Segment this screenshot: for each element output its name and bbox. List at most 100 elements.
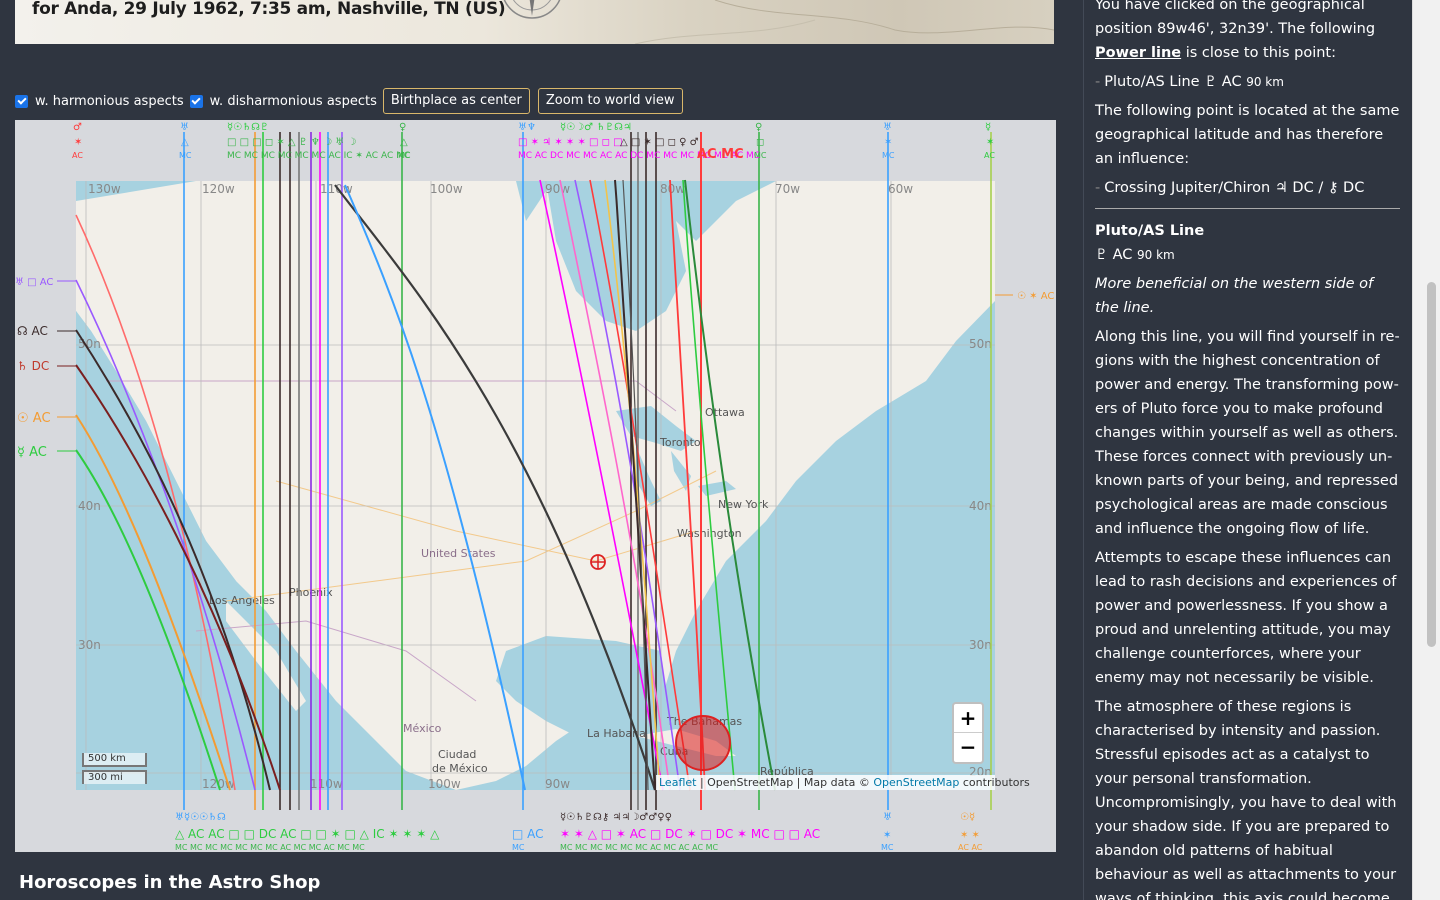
svg-text:MC MC MC MC MC MC AC MC: MC MC MC MC MC MC AC MC AC AC MC — [560, 843, 719, 852]
bottom-planet-symbols: ♅☿☉☉♄☊ △ AC AC □ □ DC AC □ □ ✶ □ △ IC ✶ … — [175, 812, 983, 852]
same-latitude-text: The following point is located at the sa… — [1095, 103, 1400, 167]
svg-text:MC: MC — [398, 151, 411, 160]
svg-text:AC: AC — [72, 151, 83, 160]
svg-text:MC: MC — [882, 151, 895, 160]
svg-text:AC: AC — [984, 151, 995, 160]
chart-banner: for Anda, 29 July 1962, 7:35 am, Nashvil… — [15, 0, 1054, 44]
disharmonious-label: w. disharmonious aspects — [209, 93, 377, 109]
svg-text:30n: 30n — [969, 638, 992, 652]
astro-map[interactable]: 130w 120w 110w 100w 90w 80w 70w 60w 50n … — [15, 120, 1056, 852]
svg-text:☿: ☿ — [985, 122, 991, 133]
crossing-item[interactable]: - Crossing Jupiter/Chiron ♃ DC / ⚷ DC — [1095, 176, 1400, 200]
scrollbar-thumb[interactable] — [1427, 282, 1436, 647]
paragraph-1: Along this line, you will find yourself … — [1095, 329, 1400, 537]
svg-text:♅: ♅ — [180, 122, 189, 133]
harmonious-label: w. harmonious aspects — [35, 93, 184, 109]
svg-text:✶: ✶ — [74, 137, 82, 148]
svg-text:☿☉☽♂ ♄♇☊♃: ☿☉☽♂ ♄♇☊♃ — [560, 122, 632, 133]
svg-text:♀: ♀ — [399, 122, 406, 133]
svg-text:△: △ — [181, 137, 189, 148]
svg-text:MC MC MC MC MC MC AC IC ✶ AC A: MC MC MC MC MC MC AC IC ✶ AC AC MC — [227, 151, 410, 161]
osm-link[interactable]: OpenStreetMap — [873, 776, 959, 789]
svg-text:de México: de México — [432, 762, 488, 775]
svg-text:MC MC MC MC MC MC: MC MC MC MC MC MC MC AC MC MC AC MC MC — [175, 843, 365, 852]
svg-text:△ □ ✶ □ ◻ ♀ ♂: △ □ ✶ □ ◻ ♀ ♂ — [620, 137, 699, 148]
leaflet-link[interactable]: Leaflet — [659, 776, 696, 789]
svg-text:100w: 100w — [430, 182, 463, 196]
paragraph-3: The atmosphere of these regions is chara… — [1095, 699, 1397, 900]
svg-text:100w: 100w — [428, 777, 461, 791]
svg-text:♂: ♂ — [73, 122, 82, 133]
svg-text:✶ ✶ △ □ ✶ AC □ DC ✶ □ DC ✶ MC: ✶ ✶ △ □ ✶ AC □ DC ✶ □ DC ✶ MC □ □ AC — [560, 827, 820, 841]
svg-text:MC: MC — [179, 151, 192, 160]
birthplace-center-button[interactable]: Birthplace as center — [382, 88, 530, 114]
section-note: More beneficial on the western side of t… — [1095, 276, 1374, 316]
svg-text:30n: 30n — [78, 638, 101, 652]
astro-shop-heading: Horoscopes in the Astro Shop — [19, 872, 321, 893]
svg-text:△: △ — [400, 137, 408, 148]
svg-text:♅: ♅ — [883, 122, 892, 133]
svg-text:♅: ♅ — [883, 812, 892, 823]
svg-text:♅☿☉☉♄☊: ♅☿☉☉♄☊ — [175, 812, 226, 823]
svg-text:✶: ✶ — [883, 830, 891, 841]
svg-text:☿☉♄☊♇: ☿☉♄☊♇ — [227, 122, 269, 133]
svg-text:MC: MC — [881, 843, 894, 852]
power-line-link[interactable]: Power line — [1095, 45, 1181, 61]
svg-text:40n: 40n — [969, 499, 992, 513]
svg-text:United States: United States — [421, 547, 496, 560]
click-position-marker — [675, 715, 731, 771]
harmonious-checkbox[interactable] — [15, 94, 28, 108]
svg-text:90w: 90w — [545, 182, 570, 196]
svg-text:Toronto: Toronto — [659, 436, 701, 449]
svg-text:80w: 80w — [660, 182, 685, 196]
svg-text:Ottawa: Ottawa — [705, 406, 745, 419]
svg-text:AC MC: AC MC — [697, 147, 744, 162]
svg-text:40n: 40n — [78, 499, 101, 513]
top-planet-symbols: ♂ ✶ AC ♅ △ MC ☿☉♄☊♇ □ □ □ ◻ ✶ △ ♇ ♆ ☽ ♅ ☽ MC… — [72, 122, 995, 162]
lon-label: 130w — [88, 182, 121, 196]
svg-text:110w: 110w — [310, 777, 343, 791]
click-intro: You have clicked on the geographical pos… — [1095, 0, 1376, 61]
svg-text:♅♆: ♅♆ — [518, 122, 536, 133]
svg-text:☿☉♄♇☊⚷ ♃♃☽♂♂♀♀: ☿☉♄♇☊⚷ ♃♃☽♂♂♀♀ — [560, 812, 672, 823]
zoom-in-button[interactable]: + — [954, 704, 982, 733]
svg-text:MC: MC — [754, 151, 767, 160]
svg-text:☿ AC: ☿ AC — [17, 445, 47, 460]
svg-text:✶: ✶ — [884, 137, 892, 148]
birthplace-marker-icon — [590, 554, 606, 570]
svg-text:70w: 70w — [775, 182, 800, 196]
section-symbol: ♇ AC 90 km — [1095, 247, 1175, 263]
world-view-button[interactable]: Zoom to world view — [537, 88, 683, 114]
svg-text:☉☿: ☉☿ — [960, 812, 975, 823]
svg-text:50n: 50n — [969, 337, 992, 351]
zoom-out-button[interactable]: − — [954, 733, 982, 762]
svg-text:90w: 90w — [545, 777, 570, 791]
svg-text:120w: 120w — [202, 182, 235, 196]
svg-text:60w: 60w — [888, 182, 913, 196]
map-attribution: Leaflet | OpenStreetMap | Map data © Ope… — [656, 775, 1030, 790]
svg-text:♄ DC: ♄ DC — [17, 359, 49, 373]
svg-text:☉ ✶ AC: ☉ ✶ AC — [1017, 291, 1054, 302]
paragraph-2: Attempts to escape these influences can … — [1095, 550, 1397, 686]
svg-text:□ AC: □ AC — [512, 827, 544, 841]
svg-text:✶ ✶: ✶ ✶ — [960, 830, 980, 841]
svg-text:MC: MC — [512, 843, 525, 852]
map-controls: w. harmonious aspects w. disharmonious a… — [15, 88, 683, 114]
svg-text:◻: ◻ — [756, 137, 764, 148]
zoom-control: + − — [952, 702, 984, 764]
svg-text:□ ✶ ♃ ✶ ✶ ✶ □ ◻ □: □ ✶ ♃ ✶ ✶ ✶ □ ◻ □ — [518, 137, 623, 148]
svg-text:Ciudad: Ciudad — [438, 748, 476, 761]
svg-text:△ AC AC □ □ DC AC □ □ ✶ □ △ IC: △ AC AC □ □ DC AC □ □ ✶ □ △ IC ✶ ✶ ✶ △ — [175, 827, 440, 841]
svg-text:☊ AC: ☊ AC — [17, 324, 48, 338]
scale-mi: 300 mi — [82, 770, 147, 784]
svg-text:□ □ □ ◻ ✶ △ ♇ ♆ ☽ ♅ ☽: □ □ □ ◻ ✶ △ ♇ ♆ ☽ ♅ ☽ — [227, 137, 356, 148]
svg-text:Los Angeles: Los Angeles — [209, 594, 275, 607]
disharmonious-checkbox[interactable] — [189, 94, 203, 108]
svg-text:AC AC: AC AC — [958, 843, 983, 852]
scale-km: 500 km — [82, 753, 147, 767]
svg-text:✶: ✶ — [986, 137, 994, 148]
astro-lines-overlay: 130w 120w 110w 100w 90w 80w 70w 60w 50n … — [15, 122, 1054, 852]
svg-text:☉ AC: ☉ AC — [17, 411, 51, 426]
power-line-item[interactable]: - Pluto/AS Line ♇ AC 90 km — [1095, 70, 1400, 94]
divider — [1095, 208, 1400, 209]
